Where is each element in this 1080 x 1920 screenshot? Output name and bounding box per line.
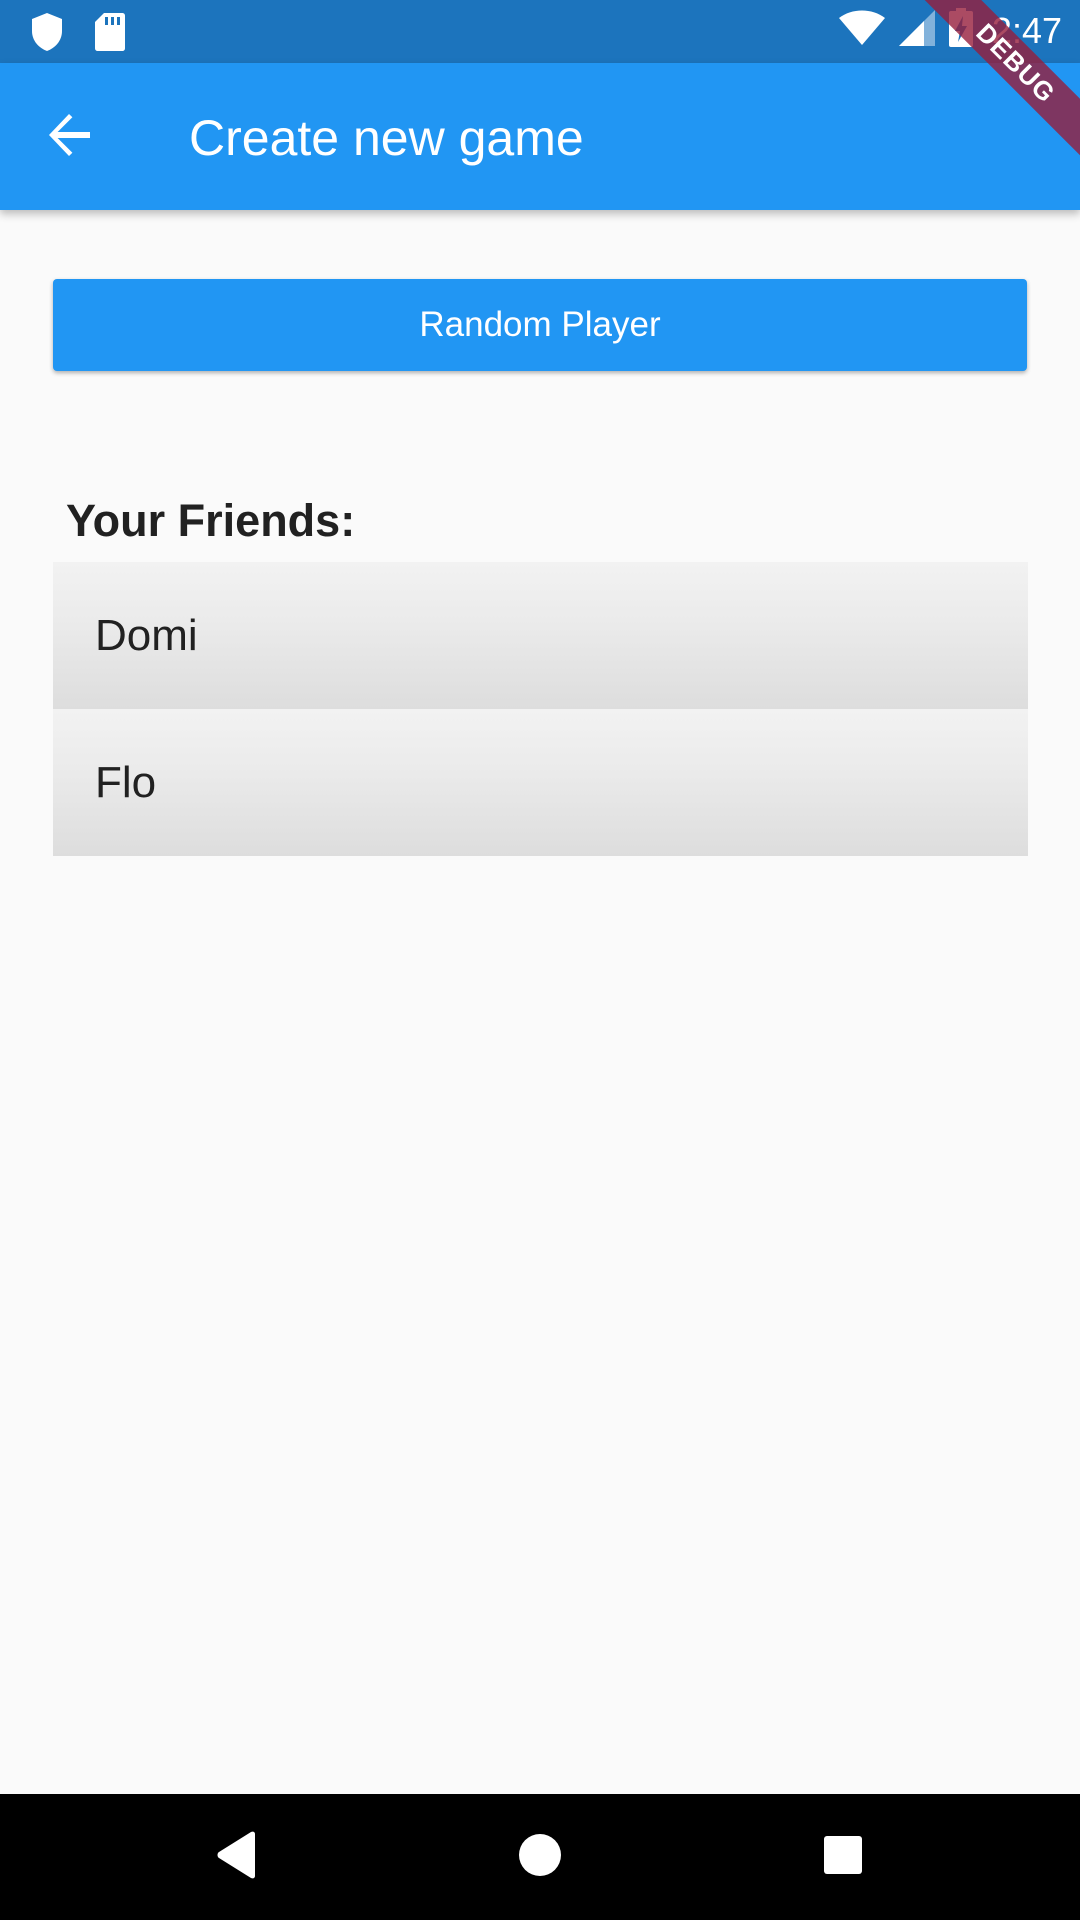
random-player-button[interactable]: Random Player xyxy=(53,279,1027,371)
status-left-icons xyxy=(30,12,126,57)
status-time: 2:47 xyxy=(991,9,1062,51)
home-circle-icon xyxy=(518,1833,562,1882)
sd-card-icon xyxy=(94,12,126,57)
friends-heading: Your Friends: xyxy=(66,495,356,546)
friends-list: Domi Flo xyxy=(53,562,1028,856)
nav-back-button[interactable] xyxy=(212,1831,262,1884)
friend-name: Domi xyxy=(95,610,198,660)
friend-name: Flo xyxy=(95,757,157,807)
nav-recents-button[interactable] xyxy=(818,1832,868,1882)
cell-signal-icon xyxy=(898,9,936,52)
battery-charging-icon xyxy=(948,8,974,53)
page-title: Create new game xyxy=(189,110,584,166)
friend-item-flo[interactable]: Flo xyxy=(53,709,1028,856)
status-right-icons: 2:47 xyxy=(838,8,1062,53)
nav-home-button[interactable] xyxy=(515,1832,565,1882)
status-bar: 2:47 xyxy=(0,0,1080,63)
wifi-icon xyxy=(838,10,886,51)
arrow-back-icon xyxy=(46,111,94,164)
recents-square-icon xyxy=(823,1835,863,1880)
app-bar: Create new game xyxy=(0,63,1080,210)
back-triangle-icon xyxy=(215,1831,259,1884)
back-button[interactable] xyxy=(34,101,106,173)
friend-item-domi[interactable]: Domi xyxy=(53,562,1028,709)
shield-icon xyxy=(30,12,64,57)
system-nav-bar xyxy=(0,1794,1080,1920)
